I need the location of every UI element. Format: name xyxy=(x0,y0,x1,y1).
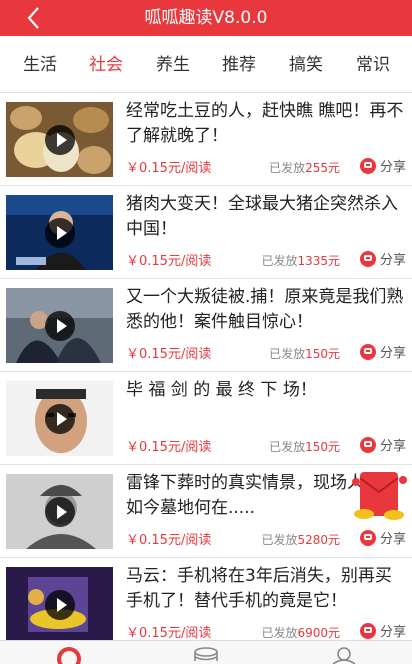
share-button[interactable]: 分享 xyxy=(359,156,406,175)
share-icon xyxy=(359,158,376,174)
play-icon[interactable] xyxy=(45,311,75,341)
user-icon[interactable] xyxy=(330,647,358,664)
thumbnail xyxy=(6,102,113,177)
play-icon[interactable] xyxy=(45,404,75,434)
page-title: 呱呱趣读V8.0.0 xyxy=(144,8,268,28)
thumbnail xyxy=(6,567,113,642)
thumbnail xyxy=(6,195,113,270)
play-icon[interactable] xyxy=(45,590,75,620)
list-item[interactable]: 猪肉大变天！全球最大猪企突然杀入中国！ ￥0.15元/阅读 已发放1335元 分… xyxy=(0,186,412,279)
coins-icon[interactable] xyxy=(192,647,220,664)
share-button[interactable]: 分享 xyxy=(359,249,406,268)
list-item[interactable]: 又一个大叛徒被.捕！原来竟是我们熟悉的他！案件触目惊心！ ￥0.15元/阅读 已… xyxy=(0,279,412,372)
reward-price: ￥0.15元/阅读 xyxy=(126,254,212,269)
share-icon xyxy=(359,623,376,639)
share-button[interactable]: 分享 xyxy=(359,342,406,361)
paid-amount: 已发放150元 xyxy=(269,440,340,454)
thumbnail xyxy=(6,474,113,549)
category-tabs: 生活 社会 养生 推荐 搞笑 常识 xyxy=(0,36,412,93)
red-envelope-icon[interactable] xyxy=(350,468,408,522)
tab-funny[interactable]: 搞笑 xyxy=(276,36,336,92)
share-icon xyxy=(359,344,376,360)
share-button[interactable]: 分享 xyxy=(359,621,406,640)
article-title: 毕 福 剑 的 最 终 下 场！ xyxy=(126,380,317,400)
tab-life[interactable]: 生活 xyxy=(10,36,70,92)
reward-price: ￥0.15元/阅读 xyxy=(126,161,212,176)
share-icon xyxy=(359,437,376,453)
list-item[interactable]: 经常吃土豆的人，赶快瞧 瞧吧！再不了解就晚了！ ￥0.15元/阅读 已发放255… xyxy=(0,93,412,186)
paid-amount: 已发放5280元 xyxy=(261,533,340,547)
share-button[interactable]: 分享 xyxy=(359,435,406,454)
thumbnail xyxy=(6,288,113,363)
tab-health[interactable]: 养生 xyxy=(143,36,203,92)
article-title: 又一个大叛徒被.捕！原来竟是我们熟悉的他！案件触目惊心！ xyxy=(126,287,404,332)
paid-amount: 已发放150元 xyxy=(269,347,340,361)
play-icon[interactable] xyxy=(45,125,75,155)
home-icon[interactable] xyxy=(52,647,86,664)
play-icon[interactable] xyxy=(45,218,75,248)
play-icon[interactable] xyxy=(45,497,75,527)
reward-price: ￥0.15元/阅读 xyxy=(126,626,212,641)
reward-price: ￥0.15元/阅读 xyxy=(126,347,212,362)
share-button[interactable]: 分享 xyxy=(359,528,406,547)
paid-amount: 已发放1335元 xyxy=(261,254,340,268)
tab-recommend[interactable]: 推荐 xyxy=(209,36,269,92)
paid-amount: 已发放6900元 xyxy=(261,626,340,640)
article-title: 马云：手机将在3年后消失，别再买手机了！替代手机的竟是它！ xyxy=(126,566,392,611)
thumbnail xyxy=(6,381,113,456)
bottom-nav xyxy=(0,640,412,664)
list-item[interactable]: 毕 福 剑 的 最 终 下 场！ ￥0.15元/阅读 已发放150元 分享 xyxy=(0,372,412,465)
paid-amount: 已发放255元 xyxy=(269,161,340,175)
share-icon xyxy=(359,251,376,267)
reward-price: ￥0.15元/阅读 xyxy=(126,440,212,455)
tab-knowledge[interactable]: 常识 xyxy=(343,36,403,92)
tab-society[interactable]: 社会 xyxy=(76,36,136,92)
list-item[interactable]: 马云：手机将在3年后消失，别再买手机了！替代手机的竟是它！ ￥0.15元/阅读 … xyxy=(0,558,412,651)
share-icon xyxy=(359,530,376,546)
app-header: 呱呱趣读V8.0.0 xyxy=(0,0,412,36)
reward-price: ￥0.15元/阅读 xyxy=(126,533,212,548)
article-title: 猪肉大变天！全球最大猪企突然杀入中国！ xyxy=(126,194,398,239)
article-title: 经常吃土豆的人，赶快瞧 瞧吧！再不了解就晚了！ xyxy=(126,101,404,146)
